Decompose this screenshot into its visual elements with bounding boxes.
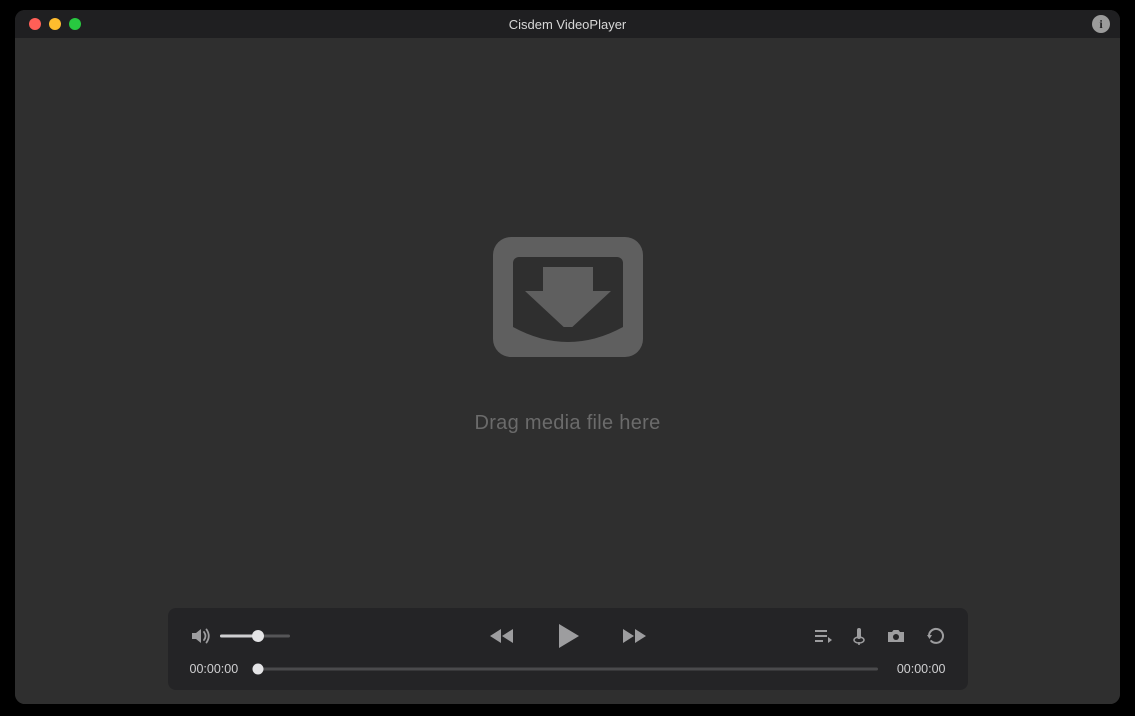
traffic-lights [29, 18, 81, 30]
play-button[interactable] [555, 622, 581, 650]
snapshot-button[interactable] [886, 628, 906, 644]
playlist-button[interactable] [814, 628, 832, 644]
drop-zone[interactable]: Drag media file here [474, 227, 660, 435]
transport-buttons [489, 622, 647, 650]
window-close-button[interactable] [29, 18, 41, 30]
app-window: Cisdem VideoPlayer i Drag media file her… [15, 10, 1120, 704]
volume-group [190, 626, 290, 646]
total-time: 00:00:00 [890, 662, 946, 676]
import-icon [483, 227, 653, 382]
audio-track-button[interactable] [852, 627, 866, 645]
right-controls [814, 627, 946, 645]
drop-zone-label: Drag media file here [474, 412, 660, 435]
window-maximize-button[interactable] [69, 18, 81, 30]
seek-slider[interactable] [258, 663, 878, 675]
loop-button[interactable] [926, 627, 946, 645]
volume-slider[interactable] [220, 628, 290, 644]
rewind-button[interactable] [489, 626, 515, 646]
info-button[interactable]: i [1092, 15, 1110, 33]
titlebar: Cisdem VideoPlayer i [15, 10, 1120, 38]
window-title: Cisdem VideoPlayer [15, 17, 1120, 32]
video-area[interactable]: Drag media file here [15, 38, 1120, 704]
window-minimize-button[interactable] [49, 18, 61, 30]
elapsed-time: 00:00:00 [190, 662, 246, 676]
fast-forward-button[interactable] [621, 626, 647, 646]
volume-icon[interactable] [190, 626, 212, 646]
playback-controls: 00:00:00 00:00:00 [168, 608, 968, 690]
